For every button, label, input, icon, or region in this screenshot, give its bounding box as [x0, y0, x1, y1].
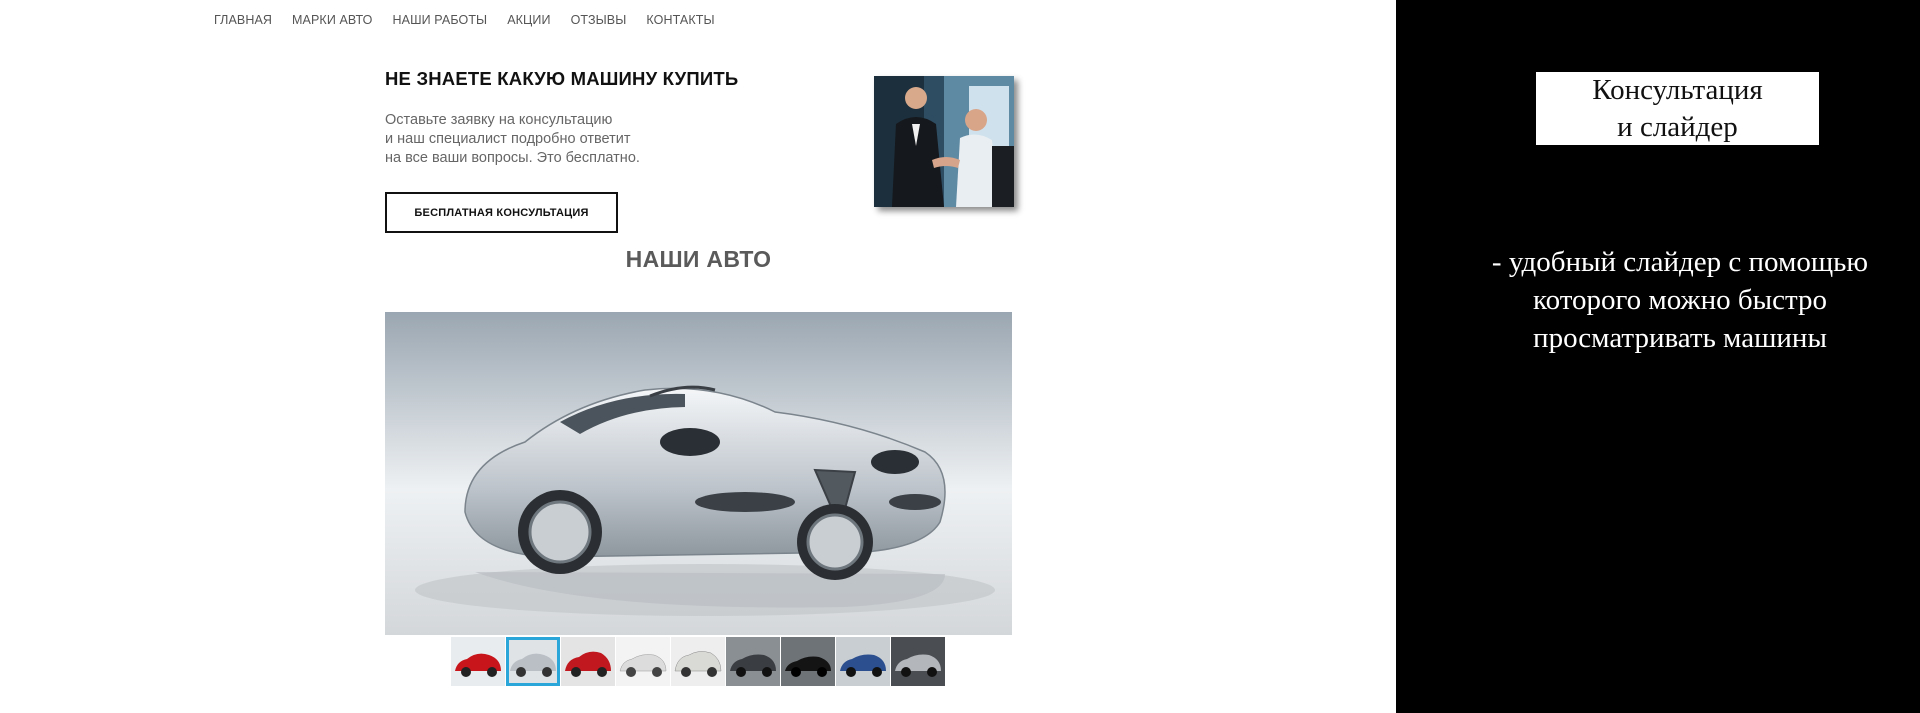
consultation-text: Оставьте заявку на консультацию и наш сп…: [385, 111, 715, 168]
car-thumbnail[interactable]: [451, 637, 505, 686]
nav-item-home[interactable]: ГЛАВНАЯ: [214, 13, 272, 27]
nav-item-contacts[interactable]: КОНТАКТЫ: [646, 13, 714, 27]
car-thumbnail[interactable]: [891, 637, 945, 686]
free-consultation-button[interactable]: БЕСПЛАТНАЯ КОНСУЛЬТАЦИЯ: [385, 192, 618, 233]
consultation-text-line: Оставьте заявку на консультацию: [385, 112, 613, 128]
caption-desc-line: просматривать машины: [1533, 322, 1827, 354]
car-thumbnail-active[interactable]: [506, 637, 560, 686]
car-thumbnail[interactable]: [726, 637, 780, 686]
car-thumbnail[interactable]: [781, 637, 835, 686]
website-preview: ГЛАВНАЯ МАРКИ АВТО НАШИ РАБОТЫ АКЦИИ ОТЗ…: [0, 0, 1396, 713]
handshake-image: [874, 76, 1014, 207]
nav-item-reviews[interactable]: ОТЗЫВЫ: [571, 13, 627, 27]
caption-desc-line: которого можно быстро: [1532, 284, 1828, 316]
consultation-handshake-photo: [874, 76, 1014, 207]
cars-section-title: НАШИ АВТО: [625, 246, 772, 272]
nav-item-works[interactable]: НАШИ РАБОТЫ: [393, 13, 488, 27]
top-navigation: ГЛАВНАЯ МАРКИ АВТО НАШИ РАБОТЫ АКЦИИ ОТЗ…: [214, 13, 715, 27]
car-thumbnail[interactable]: [671, 637, 725, 686]
nav-item-brands[interactable]: МАРКИ АВТО: [292, 13, 372, 27]
slide-caption-description: - удобный слайдер с помощью которого мож…: [1450, 243, 1910, 357]
car-thumbnail[interactable]: [836, 637, 890, 686]
caption-title-line: Консультация: [1592, 74, 1763, 106]
caption-desc-line: - удобный слайдер с помощью: [1491, 246, 1869, 278]
nav-item-promotions[interactable]: АКЦИИ: [507, 13, 550, 27]
consultation-text-line: и наш специалист подробно ответит: [385, 131, 631, 147]
car-thumbnail[interactable]: [561, 637, 615, 686]
slide-caption-title: Консультация и слайдер: [1536, 72, 1819, 145]
car-thumbnail[interactable]: [616, 637, 670, 686]
caption-title-line: и слайдер: [1617, 111, 1738, 143]
consultation-title: НЕ ЗНАЕТЕ КАКУЮ МАШИНУ КУПИТЬ: [385, 68, 739, 89]
car-slider-thumbnails: [451, 637, 945, 686]
car-image: [385, 312, 1012, 635]
car-slider-main-image[interactable]: [385, 312, 1012, 635]
consultation-text-line: на все ваши вопросы. Это бесплатно.: [385, 150, 640, 166]
